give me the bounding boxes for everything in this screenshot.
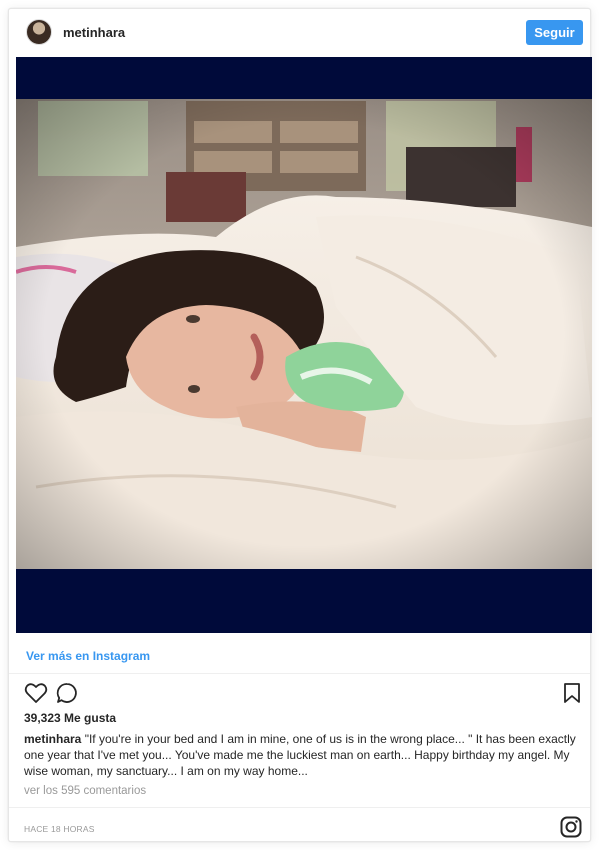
post-photo[interactable] (16, 57, 592, 633)
comment-icon[interactable] (55, 681, 79, 705)
heart-icon[interactable] (24, 681, 48, 705)
avatar[interactable] (26, 19, 52, 45)
divider (9, 673, 590, 674)
post-caption: metinhara "If you're in your bed and I a… (24, 731, 580, 779)
username[interactable]: metinhara (63, 25, 125, 40)
post-timestamp: HACE 18 HORAS (24, 824, 95, 834)
caption-text: "If you're in your bed and I am in mine,… (24, 732, 576, 778)
caption-username[interactable]: metinhara (24, 732, 81, 746)
divider (9, 807, 590, 808)
post-header: metinhara Seguir (9, 9, 590, 56)
photo-illustration (16, 57, 592, 633)
instagram-embed-card: metinhara Seguir Ver más en Instagram 39… (8, 8, 592, 842)
view-comments-link[interactable]: ver los 595 comentarios (24, 785, 146, 797)
view-more-link[interactable]: Ver más en Instagram (26, 649, 150, 663)
bookmark-icon[interactable] (563, 682, 581, 704)
instagram-icon[interactable] (560, 816, 582, 838)
likes-count[interactable]: 39,323 Me gusta (24, 711, 116, 725)
follow-button[interactable]: Seguir (526, 20, 583, 45)
